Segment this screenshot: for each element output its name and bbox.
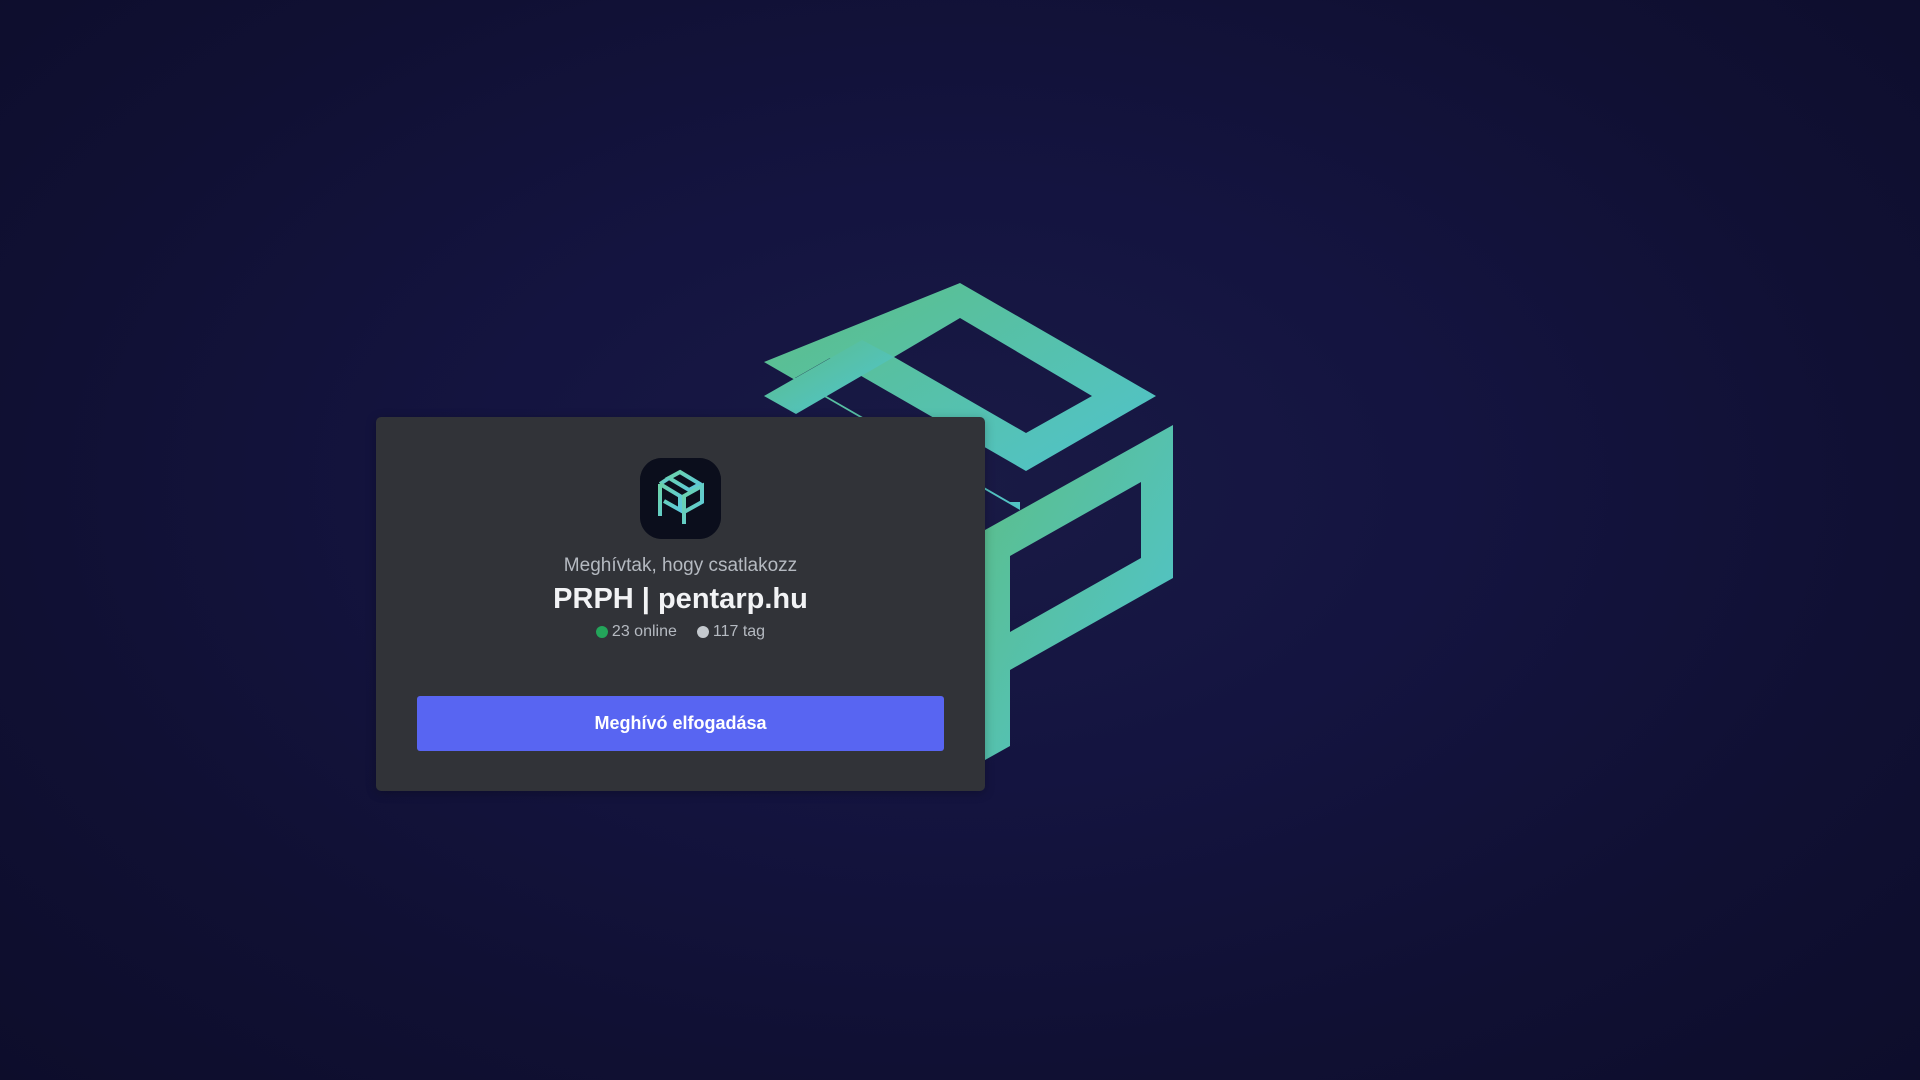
invite-card: Meghívtak, hogy csatlakozz PRPH | pentar…: [376, 417, 985, 791]
member-status-dot-icon: [696, 626, 709, 638]
member-count-text: 117 tag: [712, 623, 766, 640]
accept-invite-button[interactable]: Meghívó elfogadása: [417, 696, 944, 751]
online-count: 23 online: [595, 622, 677, 642]
member-count: 117 tag: [696, 622, 766, 642]
server-name: PRPH | pentarp.hu: [553, 583, 808, 615]
online-status-dot-icon: [595, 626, 608, 638]
online-count-text: 23 online: [611, 623, 677, 640]
invite-intro-text: Meghívtak, hogy csatlakozz: [563, 555, 798, 576]
server-stats: 23 online 117 tag: [376, 622, 985, 642]
server-logo-icon: [640, 458, 721, 539]
